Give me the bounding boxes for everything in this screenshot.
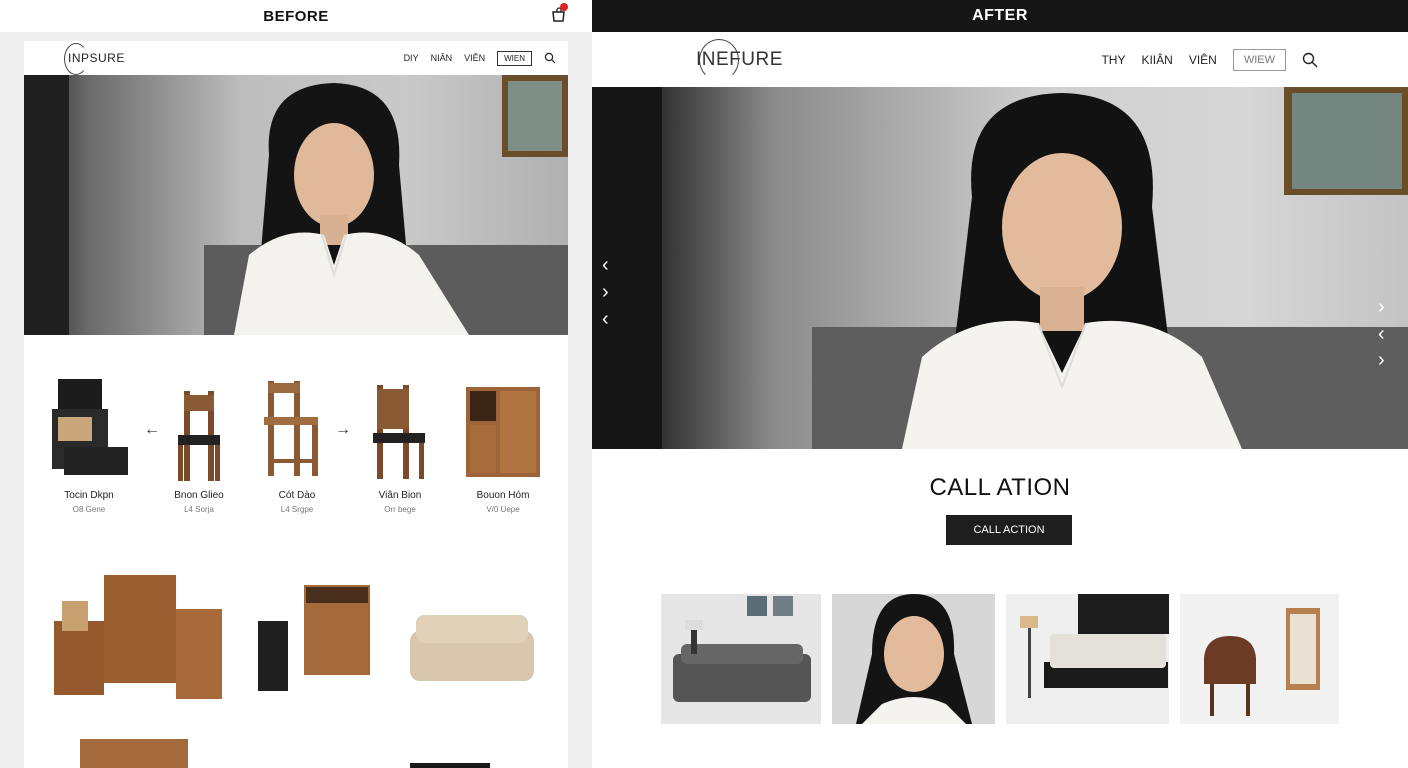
after-panel: AFTER INEFURE THY KIIÂN VIÊN WIEW ‹ › ‹ … bbox=[592, 0, 1408, 768]
product-name: Tocin Dkpn bbox=[64, 490, 114, 501]
before-nav-item-1[interactable]: DIY bbox=[404, 53, 419, 63]
cta-title: CALL ATION bbox=[929, 474, 1071, 501]
product-name: Cót Dào bbox=[278, 490, 316, 501]
search-icon[interactable] bbox=[544, 52, 556, 64]
chevron-left-icon[interactable]: ‹ bbox=[602, 255, 609, 275]
before-navbar: INPSURE DIY NIÂN VIÊN WIEN bbox=[24, 41, 568, 75]
product-sub: L4 Srgpe bbox=[280, 505, 314, 514]
daybed-image bbox=[1006, 594, 1169, 724]
before-panel: BEFORE INPSURE DIY NIÂN VIÊN WIEN Tocin … bbox=[0, 0, 592, 768]
comparison-view: BEFORE INPSURE DIY NIÂN VIÊN WIEN Tocin … bbox=[0, 0, 1408, 768]
product-image bbox=[466, 387, 540, 477]
product-name: Viân Bion bbox=[378, 490, 422, 501]
after-menu: THY KIIÂN VIÊN WIEW bbox=[1101, 48, 1318, 71]
after-nav-button[interactable]: WIEW bbox=[1232, 48, 1286, 71]
product-card[interactable]: Bnon Glieo L4 Sorja bbox=[154, 371, 244, 514]
thumbnail-chair[interactable] bbox=[1180, 594, 1339, 724]
chevron-right-icon[interactable]: › bbox=[1378, 297, 1385, 317]
product-sub: L4 Sorja bbox=[184, 505, 214, 514]
after-logo[interactable]: INEFURE bbox=[696, 38, 783, 81]
product-name: Bnon Glieo bbox=[174, 490, 224, 501]
before-hero-image bbox=[24, 75, 568, 335]
furniture-collage bbox=[54, 575, 534, 768]
product-sub: Orr bege bbox=[384, 505, 416, 514]
before-nav-item-2[interactable]: NIÂN bbox=[431, 53, 453, 63]
product-card[interactable]: Bouon Hóm V/0 Uepe bbox=[458, 371, 548, 514]
portrait-photo bbox=[24, 75, 568, 335]
sofa-image bbox=[661, 594, 821, 724]
chevron-left-icon[interactable]: ‹ bbox=[1378, 324, 1385, 344]
thumbnail-sofa[interactable] bbox=[661, 594, 821, 724]
before-furniture-grid bbox=[24, 561, 568, 768]
after-label: AFTER bbox=[592, 0, 1408, 32]
chair-image bbox=[1180, 594, 1339, 724]
portrait-photo bbox=[592, 87, 1408, 449]
cart-badge bbox=[560, 3, 568, 11]
before-label-text: BEFORE bbox=[263, 7, 329, 25]
product-card[interactable]: Cót Dào L4 Srgpe bbox=[252, 371, 342, 514]
chevron-right-icon[interactable]: › bbox=[602, 282, 609, 302]
before-nav-button[interactable]: WIEN bbox=[497, 50, 532, 66]
after-hero-image: ‹ › ‹ › ‹ › bbox=[592, 87, 1408, 449]
product-image bbox=[373, 385, 425, 479]
before-logo[interactable]: INPSURE bbox=[64, 43, 125, 75]
product-card[interactable]: Tocin Dkpn O8 Gene bbox=[44, 371, 134, 514]
after-nav-item-1[interactable]: THY bbox=[1101, 53, 1125, 67]
product-image bbox=[52, 379, 128, 475]
after-nav-item-3[interactable]: VIÊN bbox=[1189, 53, 1217, 67]
arrow-right-icon[interactable]: → bbox=[335, 421, 351, 439]
portrait-thumbnail bbox=[832, 594, 995, 724]
before-label: BEFORE bbox=[0, 0, 592, 32]
before-menu: DIY NIÂN VIÊN WIEN bbox=[404, 50, 556, 66]
chevron-left-icon[interactable]: ‹ bbox=[602, 309, 609, 329]
product-sub: O8 Gene bbox=[72, 505, 106, 514]
after-navbar: INEFURE THY KIIÂN VIÊN WIEW bbox=[592, 32, 1408, 87]
cta-button[interactable]: CALL ACTION bbox=[946, 515, 1072, 545]
product-image bbox=[178, 391, 220, 481]
search-icon[interactable] bbox=[1302, 52, 1318, 68]
product-card[interactable]: Viân Bion Orr bege bbox=[355, 371, 445, 514]
thumbnail-daybed[interactable] bbox=[1006, 594, 1169, 724]
before-product-row: Tocin Dkpn O8 Gene ← Bnon Glieo L4 Sorja… bbox=[24, 371, 568, 531]
before-nav-item-3[interactable]: VIÊN bbox=[464, 53, 485, 63]
before-page: INPSURE DIY NIÂN VIÊN WIEN Tocin Dkpn O8… bbox=[24, 41, 568, 768]
product-sub: V/0 Uepe bbox=[486, 505, 520, 514]
product-name: Bouon Hóm bbox=[476, 490, 530, 501]
product-image bbox=[264, 381, 318, 476]
chevron-right-icon[interactable]: › bbox=[1378, 350, 1385, 370]
after-nav-item-2[interactable]: KIIÂN bbox=[1141, 53, 1172, 67]
thumbnail-portrait[interactable] bbox=[832, 594, 995, 724]
